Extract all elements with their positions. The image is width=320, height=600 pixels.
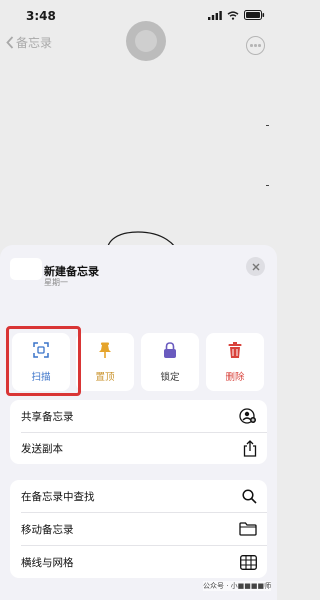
signal-icon <box>208 10 222 20</box>
lock-button[interactable]: 锁定 <box>141 333 199 391</box>
watermark: 公众号 · 小■■■■师 <box>203 581 272 591</box>
grid-icon <box>240 554 257 570</box>
lock-label: 锁定 <box>160 372 180 383</box>
share-person-icon <box>239 408 256 424</box>
status-time: 3:48 <box>26 9 56 23</box>
share-note-label: 共享备忘录 <box>21 410 74 423</box>
note-tools-group: 在备忘录中查找 移动备忘录 横线与网格 <box>10 480 267 578</box>
lines-grids-label: 横线与网格 <box>21 556 74 569</box>
pin-icon <box>99 342 111 358</box>
note-thumbnail <box>10 258 42 280</box>
share-menu-group: 共享备忘录 发送副本 <box>10 400 267 464</box>
chevron-left-icon <box>6 36 14 49</box>
folder-icon <box>239 522 257 536</box>
find-in-note-label: 在备忘录中查找 <box>21 490 95 503</box>
send-copy-item[interactable]: 发送副本 <box>10 432 267 464</box>
watermark-text: 公众号 · 小■■■■师 <box>203 582 272 590</box>
more-options-icon[interactable] <box>246 36 265 55</box>
lock-icon <box>164 342 176 358</box>
share-note-item[interactable]: 共享备忘录 <box>10 400 267 432</box>
share-upload-icon <box>243 439 257 457</box>
wifi-icon <box>227 10 239 20</box>
back-label: 备忘录 <box>16 36 53 50</box>
move-note-item[interactable]: 移动备忘录 <box>10 513 267 545</box>
scan-highlight-box <box>6 326 81 396</box>
lines-grids-item[interactable]: 横线与网格 <box>10 546 267 578</box>
close-button[interactable] <box>246 257 265 276</box>
battery-icon <box>244 10 265 20</box>
close-icon <box>252 263 259 270</box>
canvas-mark <box>266 185 269 186</box>
delete-button[interactable]: 删除 <box>206 333 264 391</box>
note-subtitle: 星期一 <box>44 278 68 287</box>
search-icon <box>242 488 257 504</box>
send-copy-label: 发送副本 <box>21 442 63 455</box>
delete-label: 删除 <box>225 372 245 383</box>
markup-button[interactable] <box>126 21 166 61</box>
status-icons <box>208 10 265 20</box>
pin-label: 置顶 <box>95 372 115 383</box>
canvas-mark <box>266 125 269 126</box>
find-in-note-item[interactable]: 在备忘录中查找 <box>10 480 267 512</box>
move-note-label: 移动备忘录 <box>21 523 74 536</box>
pin-button[interactable]: 置顶 <box>76 333 134 391</box>
back-button[interactable]: 备忘录 <box>6 34 52 51</box>
trash-icon <box>228 342 242 358</box>
